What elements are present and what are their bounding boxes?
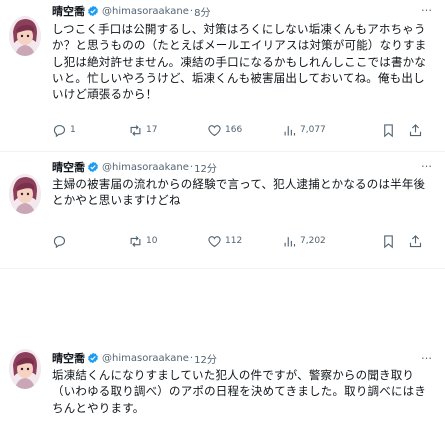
tweet-text: 垢凍結くんになりすましていた犯人の件ですが、警察からの聞き取り（いわゆる取り調べ… bbox=[52, 368, 427, 415]
retweet-icon bbox=[130, 124, 141, 136]
bookmark-icon bbox=[384, 123, 393, 137]
views-button[interactable]: 7,077 bbox=[282, 123, 326, 138]
like-button[interactable]: 166 bbox=[207, 123, 242, 138]
avatar-image bbox=[9, 16, 41, 56]
timestamp[interactable]: 8分 bbox=[194, 4, 210, 19]
like-button[interactable]: 112 bbox=[207, 234, 242, 249]
separator-dot: · bbox=[189, 161, 194, 173]
more-options-icon[interactable]: … bbox=[421, 350, 433, 361]
avatar-image bbox=[9, 349, 41, 389]
retweet-button[interactable]: 17 bbox=[128, 123, 157, 138]
verified-badge-icon bbox=[88, 352, 98, 364]
views-chart-icon bbox=[284, 236, 296, 246]
views-button[interactable]: 7,202 bbox=[282, 234, 326, 249]
action-bar: 10 112 7,202 bbox=[52, 232, 434, 250]
tweet-3[interactable]: 晴空喬 @himasoraakane · 12分 … 垢凍結くんになりすましてい… bbox=[0, 269, 445, 445]
display-name[interactable]: 晴空喬 bbox=[52, 3, 85, 19]
timestamp[interactable]: 12分 bbox=[194, 160, 217, 175]
handle[interactable]: @himasoraakane bbox=[102, 6, 189, 17]
timestamp[interactable]: 12分 bbox=[194, 351, 217, 366]
views-count: 7,202 bbox=[300, 236, 326, 246]
like-count: 166 bbox=[225, 125, 243, 135]
bookmark-button[interactable] bbox=[381, 123, 396, 138]
tweet-text: 主婦の被害届の流れからの経験で言って、犯人逮捕とかなるのは半年後とかやと思います… bbox=[52, 177, 426, 208]
avatar-image bbox=[9, 174, 41, 214]
avatar[interactable] bbox=[9, 349, 41, 389]
display-name[interactable]: 晴空喬 bbox=[52, 159, 85, 175]
retweet-icon bbox=[130, 235, 141, 247]
display-name[interactable]: 晴空喬 bbox=[52, 350, 85, 366]
more-options-icon[interactable]: … bbox=[421, 158, 433, 169]
share-button[interactable] bbox=[408, 234, 423, 249]
handle[interactable]: @himasoraakane bbox=[102, 162, 189, 173]
share-icon bbox=[409, 234, 422, 247]
tweet-2[interactable]: 晴空喬 @himasoraakane · 12分 … 主婦の被害届の流れからの経… bbox=[0, 152, 445, 267]
retweet-button[interactable]: 10 bbox=[128, 234, 157, 249]
avatar[interactable] bbox=[9, 174, 41, 214]
share-icon bbox=[409, 123, 422, 136]
separator-dot: · bbox=[189, 352, 194, 364]
handle[interactable]: @himasoraakane bbox=[102, 353, 189, 364]
heart-icon bbox=[208, 235, 221, 247]
reply-button[interactable]: 1 bbox=[52, 123, 76, 138]
verified-badge-icon bbox=[88, 5, 98, 17]
share-button[interactable] bbox=[408, 123, 423, 138]
reply-icon bbox=[53, 124, 66, 137]
heart-icon bbox=[208, 124, 221, 136]
bookmark-button[interactable] bbox=[381, 234, 396, 249]
more-options-icon[interactable]: … bbox=[421, 2, 433, 13]
action-bar: 1 17 166 7,077 bbox=[52, 121, 434, 139]
retweet-count: 10 bbox=[146, 236, 158, 246]
views-chart-icon bbox=[284, 125, 296, 135]
reply-button[interactable] bbox=[52, 234, 70, 249]
reply-icon bbox=[53, 235, 66, 248]
retweet-count: 17 bbox=[146, 125, 158, 135]
separator-dot: · bbox=[189, 5, 194, 17]
avatar[interactable] bbox=[9, 16, 41, 56]
tweet-text: しつこく手口は公開するし、対策はろくにしない垢凍くんもアホちゃうか？と思うものの… bbox=[52, 22, 427, 102]
verified-badge-icon bbox=[88, 161, 98, 173]
views-count: 7,077 bbox=[300, 125, 326, 135]
bookmark-icon bbox=[384, 234, 393, 248]
reply-count: 1 bbox=[70, 125, 76, 135]
like-count: 112 bbox=[225, 236, 243, 246]
tweet-1[interactable]: 晴空喬 @himasoraakane · 8分 … しつこく手口は公開するし、対… bbox=[0, 0, 445, 150]
